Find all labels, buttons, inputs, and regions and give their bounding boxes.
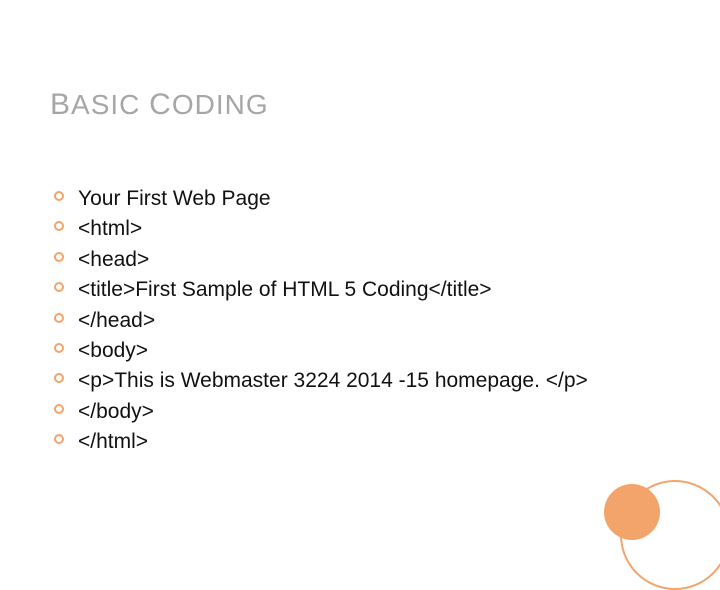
list-item-text: </head>: [78, 306, 670, 335]
list-item: Your First Web Page: [54, 184, 670, 213]
list-item: <html>: [54, 214, 670, 243]
bullet-icon: [54, 184, 78, 201]
title-cap-1: B: [50, 88, 71, 121]
list-item-text: Your First Web Page: [78, 184, 670, 213]
list-item: </body>: [54, 397, 670, 426]
list-item-text: <html>: [78, 214, 670, 243]
slide-title: BASIC CODING: [50, 88, 670, 122]
title-cap-2: C: [149, 88, 172, 121]
bullet-icon: [54, 366, 78, 383]
list-item-text: <body>: [78, 336, 670, 365]
title-space: [140, 89, 149, 120]
slide-body: Your First Web Page <html> <head> <title…: [50, 184, 670, 457]
list-item: <body>: [54, 336, 670, 365]
slide: BASIC CODING Your First Web Page <html> …: [0, 0, 720, 540]
bullet-icon: [54, 397, 78, 414]
bullet-icon: [54, 245, 78, 262]
list-item-text: <title>First Sample of HTML 5 Coding</ti…: [78, 275, 670, 304]
bullet-icon: [54, 275, 78, 292]
list-item: </html>: [54, 427, 670, 456]
circle-filled-icon: [604, 484, 660, 540]
list-item: <head>: [54, 245, 670, 274]
list-item-text: <head>: [78, 245, 670, 274]
decorative-circles: [580, 450, 700, 570]
bullet-icon: [54, 336, 78, 353]
bullet-icon: [54, 306, 78, 323]
bullet-icon: [54, 214, 78, 231]
list-item: </head>: [54, 306, 670, 335]
bullet-list: Your First Web Page <html> <head> <title…: [54, 184, 670, 457]
list-item-text: </body>: [78, 397, 670, 426]
list-item-text: <p>This is Webmaster 3224 2014 -15 homep…: [78, 366, 670, 395]
list-item: <p>This is Webmaster 3224 2014 -15 homep…: [54, 366, 670, 395]
list-item: <title>First Sample of HTML 5 Coding</ti…: [54, 275, 670, 304]
bullet-icon: [54, 427, 78, 444]
title-rest-1: ASIC: [71, 89, 140, 120]
title-rest-2: ODING: [172, 89, 269, 120]
